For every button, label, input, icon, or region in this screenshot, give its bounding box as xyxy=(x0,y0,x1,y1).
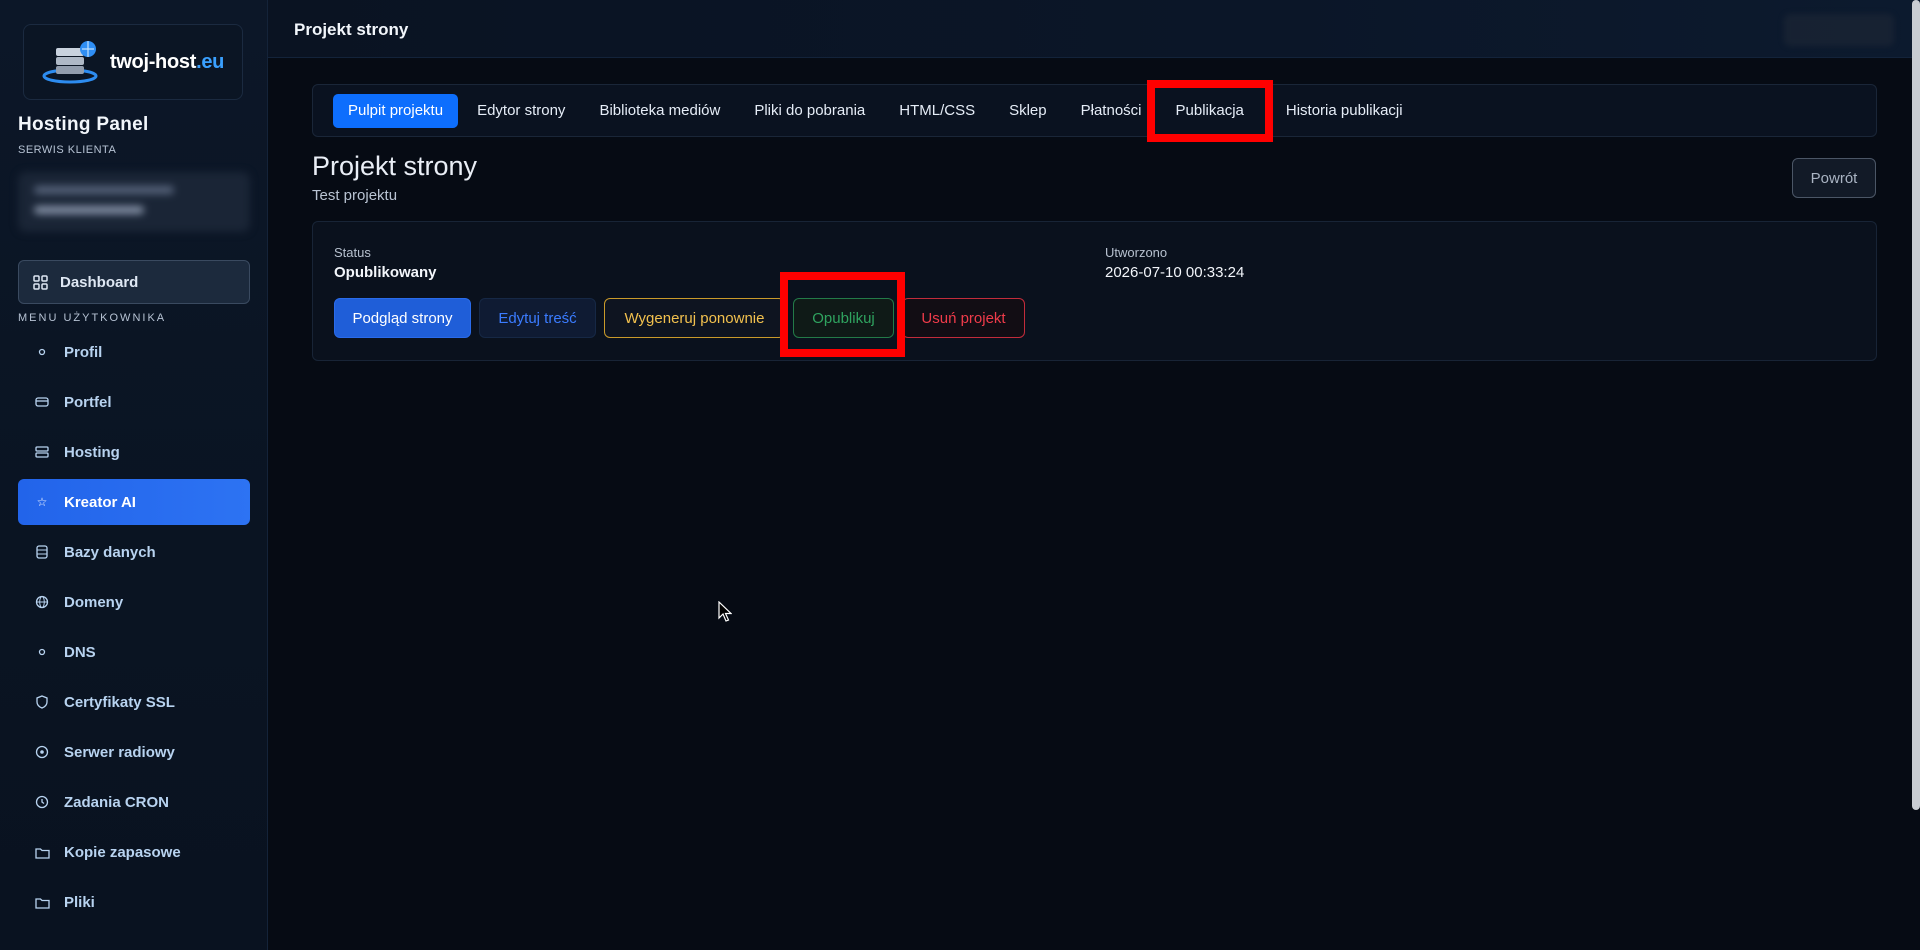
sidebar-item-kopie-zapasowe[interactable]: Kopie zapasowe xyxy=(18,829,250,875)
database-icon xyxy=(34,544,50,560)
sidebar-item-dns[interactable]: DNS xyxy=(18,629,250,675)
back-button[interactable]: Powrót xyxy=(1792,158,1876,198)
clock-icon xyxy=(34,794,50,810)
grid-icon xyxy=(33,274,48,290)
sidebar-item-dashboard[interactable]: Dashboard xyxy=(18,260,250,304)
page-subtitle: Test projektu xyxy=(312,187,398,204)
sidebar-item-label: Kreator AI xyxy=(64,493,136,511)
tab-biblioteka-mediow[interactable]: Biblioteka mediów xyxy=(584,94,735,128)
folder-icon xyxy=(34,894,50,910)
dot-icon xyxy=(34,344,50,360)
sidebar-item-portfel[interactable]: Portfel xyxy=(18,379,250,425)
tab-edytor-strony[interactable]: Edytor strony xyxy=(462,94,580,128)
wallet-icon xyxy=(34,394,50,410)
edit-content-button[interactable]: Edytuj treść xyxy=(479,298,596,338)
sidebar-nav: Profil Portfel Hosting ☆ Kreator AI Bazy… xyxy=(18,329,250,929)
created-label: Utworzono xyxy=(1105,245,1168,260)
page-heading: Projekt strony xyxy=(312,151,478,181)
sidebar-item-label: Serwer radiowy xyxy=(64,743,175,761)
globe-icon xyxy=(34,594,50,610)
sidebar-item-kreator-ai[interactable]: ☆ Kreator AI xyxy=(18,479,250,525)
publish-highlight-box xyxy=(780,272,905,357)
sidebar-item-label: Portfel xyxy=(64,393,112,411)
server-icon xyxy=(34,444,50,460)
star-icon: ☆ xyxy=(36,495,48,509)
user-menu-blurred[interactable] xyxy=(1784,14,1894,46)
regenerate-button[interactable]: Wygeneruj ponownie xyxy=(604,298,785,338)
tab-pulpit-projektu[interactable]: Pulpit projektu xyxy=(333,93,459,128)
tab-historia-publikacji[interactable]: Historia publikacji xyxy=(1271,94,1418,128)
created-value: 2026-07-10 00:33:24 xyxy=(1105,264,1245,281)
sidebar-item-label: Bazy danych xyxy=(64,543,156,561)
tab-html-css[interactable]: HTML/CSS xyxy=(884,94,990,128)
brand-name: twoj-host.eu xyxy=(109,50,225,73)
status-label: Status xyxy=(334,245,371,260)
sidebar: twoj-host.eu Hosting Panel SERWIS KLIENT… xyxy=(0,0,268,950)
project-tabs: Pulpit projektu Edytor strony Biblioteka… xyxy=(312,79,1877,142)
radio-icon xyxy=(34,744,50,760)
user-info-blurred xyxy=(18,172,250,232)
menu-section-label: MENU UŻYTKOWNIKA xyxy=(18,312,167,324)
brand-logo[interactable]: twoj-host.eu xyxy=(23,24,243,100)
project-card xyxy=(312,221,1877,361)
panel-subtitle: SERWIS KLIENTA xyxy=(18,144,117,156)
server-globe-logo-icon xyxy=(42,41,98,84)
tab-pliki-do-pobrania[interactable]: Pliki do pobrania xyxy=(739,94,880,128)
dot-icon xyxy=(34,644,50,660)
tab-sklep[interactable]: Sklep xyxy=(994,94,1062,128)
sidebar-item-profil[interactable]: Profil xyxy=(18,329,250,375)
sidebar-item-hosting[interactable]: Hosting xyxy=(18,429,250,475)
sidebar-item-pliki[interactable]: Pliki xyxy=(18,879,250,925)
sidebar-item-label: DNS xyxy=(64,643,96,661)
mouse-cursor-icon xyxy=(718,601,732,622)
panel-title: Hosting Panel xyxy=(18,114,149,135)
sidebar-item-label: Pliki xyxy=(64,893,95,911)
preview-site-button[interactable]: Podgląd strony xyxy=(334,298,471,338)
folder-icon xyxy=(34,844,50,860)
sidebar-item-label: Profil xyxy=(64,343,103,361)
sidebar-item-label: Dashboard xyxy=(60,273,139,291)
tab-platnosci[interactable]: Płatności xyxy=(1066,94,1157,128)
sidebar-item-label: Kopie zapasowe xyxy=(64,843,181,861)
shield-icon xyxy=(34,694,50,710)
topbar: Projekt strony xyxy=(268,0,1920,58)
sidebar-item-zadania-cron[interactable]: Zadania CRON xyxy=(18,779,250,825)
sidebar-item-bazy-danych[interactable]: Bazy danych xyxy=(18,529,250,575)
page-title: Projekt strony xyxy=(294,20,409,39)
sidebar-item-label: Domeny xyxy=(64,593,124,611)
sidebar-item-certyfikaty-ssl[interactable]: Certyfikaty SSL xyxy=(18,679,250,725)
sidebar-item-label: Certyfikaty SSL xyxy=(64,693,175,711)
tab-publikacja[interactable]: Publikacja xyxy=(1146,79,1273,142)
sidebar-item-domeny[interactable]: Domeny xyxy=(18,579,250,625)
sidebar-item-label: Hosting xyxy=(64,443,120,461)
delete-project-button[interactable]: Usuń projekt xyxy=(902,298,1025,338)
sidebar-item-label: Zadania CRON xyxy=(64,793,170,811)
sidebar-item-serwer-radiowy[interactable]: Serwer radiowy xyxy=(18,729,250,775)
status-value: Opublikowany xyxy=(334,264,437,281)
scrollbar[interactable] xyxy=(1912,0,1920,810)
